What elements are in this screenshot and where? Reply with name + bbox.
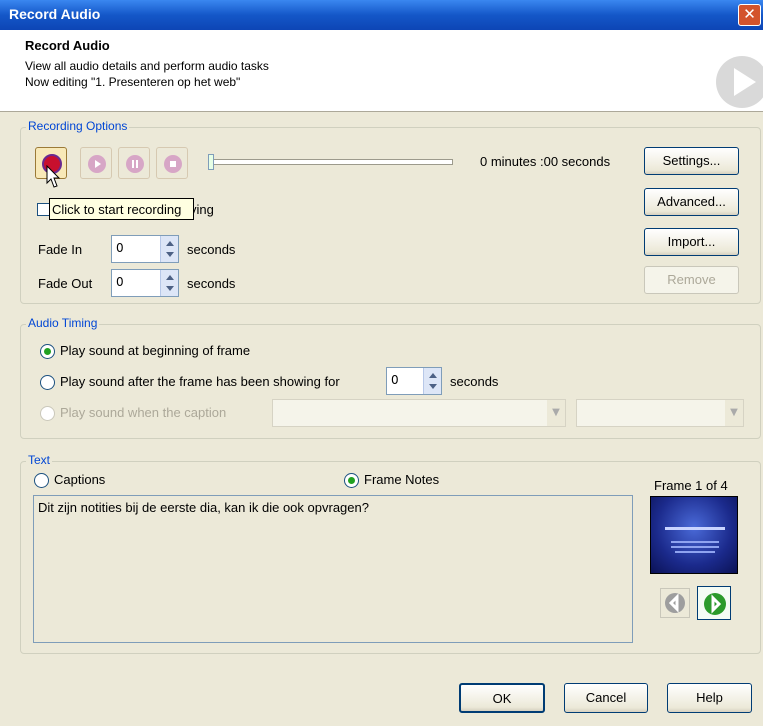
play-after-delay-label: Play sound after the frame has been show… (60, 374, 340, 389)
delay-spin-arrows[interactable] (423, 368, 441, 394)
play-icon (88, 155, 106, 173)
close-icon[interactable]: ✕ (738, 4, 761, 26)
thumbnail-text-line (671, 546, 719, 548)
fade-in-spin-arrows[interactable] (160, 236, 178, 262)
play-at-beginning-label: Play sound at beginning of frame (60, 343, 251, 358)
radio-frame-notes[interactable] (344, 473, 359, 488)
arrow-right-icon (704, 593, 726, 615)
radio-play-with-caption[interactable] (40, 406, 55, 421)
remove-button[interactable]: Remove (644, 266, 739, 294)
header-line-description: View all audio details and perform audio… (25, 59, 269, 73)
fade-out-label: Fade Out (38, 276, 93, 291)
record-audio-dialog: Record Audio ✕ Record Audio View all aud… (0, 0, 763, 726)
arrow-left-icon (665, 593, 685, 613)
frame-counter: Frame 1 of 4 (654, 478, 728, 493)
stop-icon (164, 155, 182, 173)
thumbnail-text-line (671, 541, 719, 543)
fade-out-spin-arrows[interactable] (160, 270, 178, 296)
thumbnail-text-line (675, 551, 715, 553)
recording-options-label: Recording Options (26, 119, 130, 133)
cancel-button[interactable]: Cancel (564, 683, 648, 713)
record-tooltip: Click to start recording (49, 198, 194, 220)
header-panel: Record Audio View all audio details and … (0, 30, 763, 112)
caption-select[interactable]: ▼ (272, 399, 566, 427)
chevron-down-icon: ▼ (547, 400, 565, 426)
previous-frame-button[interactable] (660, 588, 690, 618)
record-progress-track[interactable] (210, 159, 453, 165)
spin-arrows-icon (166, 241, 174, 257)
delay-seconds-stepper[interactable]: 0 (386, 367, 442, 395)
pause-icon (126, 155, 144, 173)
audio-timing-label: Audio Timing (26, 316, 100, 330)
stop-button[interactable] (156, 147, 188, 179)
header-title: Record Audio (25, 38, 110, 53)
play-button[interactable] (80, 147, 112, 179)
fade-in-stepper[interactable]: 0 (111, 235, 179, 263)
record-tooltip-text: Click to start recording (52, 202, 182, 217)
text-group-label: Text (26, 453, 53, 467)
record-progress-handle[interactable] (208, 154, 214, 170)
notes-textarea[interactable]: Dit zijn notities bij de eerste dia, kan… (33, 495, 633, 643)
caption-event-select[interactable]: ▼ (576, 399, 744, 427)
spin-arrows-icon (166, 275, 174, 291)
fade-out-stepper[interactable]: 0 (111, 269, 179, 297)
next-frame-button[interactable] (697, 586, 731, 620)
radio-captions[interactable] (34, 473, 49, 488)
thumbnail-title-line (665, 527, 725, 530)
fade-in-unit: seconds (187, 242, 236, 257)
notes-text: Dit zijn notities bij de eerste dia, kan… (38, 500, 369, 515)
fade-in-value: 0 (116, 241, 124, 255)
help-button[interactable]: Help (667, 683, 752, 713)
settings-button[interactable]: Settings... (644, 147, 739, 175)
window-title: Record Audio (9, 6, 101, 22)
record-time: 0 minutes :00 seconds (480, 154, 611, 169)
import-button[interactable]: Import... (644, 228, 739, 256)
header-description: View all audio details and perform audio… (25, 58, 269, 90)
delay-unit: seconds (450, 374, 499, 389)
header-line-editing: Now editing "1. Presenteren op het web" (25, 75, 241, 89)
chevron-down-icon: ▼ (725, 400, 743, 426)
mouse-cursor-icon (46, 165, 61, 188)
pause-button[interactable] (118, 147, 150, 179)
fade-out-unit: seconds (187, 276, 236, 291)
captions-label: Captions (54, 472, 106, 487)
play-with-caption-label: Play sound when the caption (60, 405, 227, 420)
frame-thumbnail[interactable] (650, 496, 738, 574)
ok-button[interactable]: OK (459, 683, 545, 713)
frame-notes-label: Frame Notes (364, 472, 440, 487)
fade-in-label: Fade In (38, 242, 83, 257)
radio-play-at-beginning[interactable] (40, 344, 55, 359)
advanced-button[interactable]: Advanced... (644, 188, 739, 216)
radio-play-after-delay[interactable] (40, 375, 55, 390)
fade-out-value: 0 (116, 275, 124, 289)
play-logo-icon (716, 56, 763, 108)
delay-seconds-value: 0 (391, 373, 399, 387)
spin-arrows-icon (429, 373, 437, 389)
title-bar[interactable]: Record Audio ✕ (0, 0, 763, 30)
